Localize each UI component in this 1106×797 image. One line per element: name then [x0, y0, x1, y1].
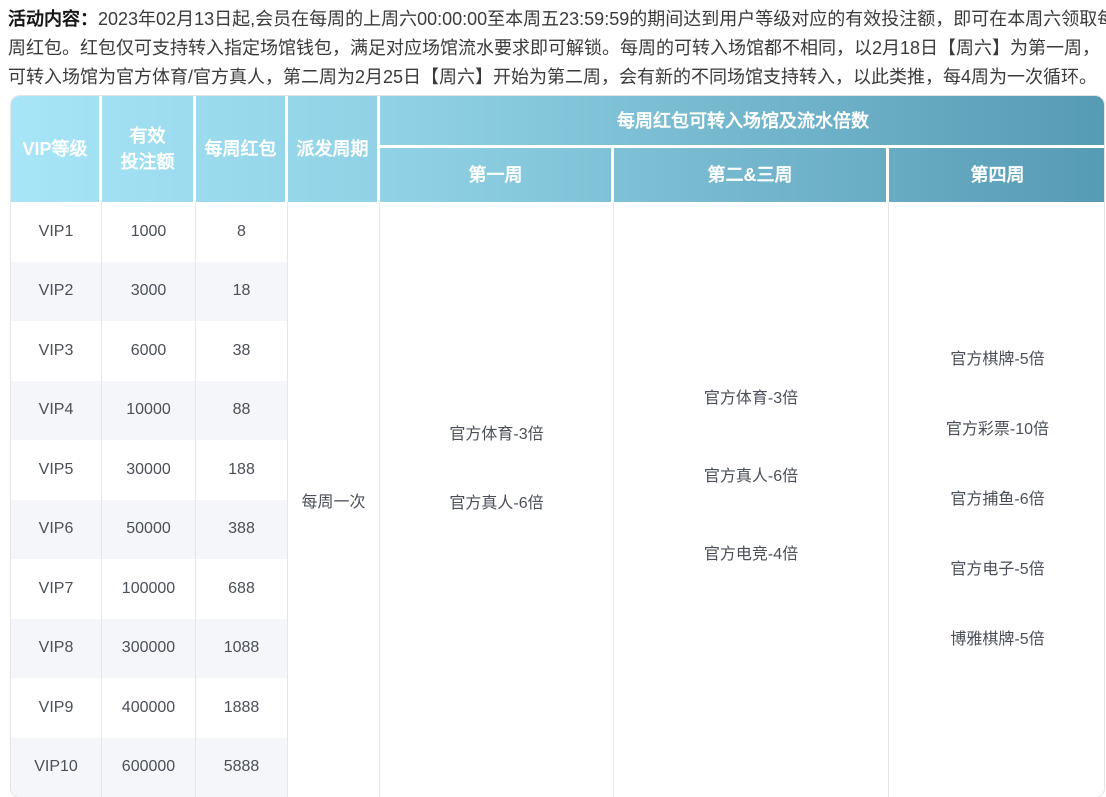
- red-packet-cell: 188: [196, 440, 288, 500]
- venue-item: 官方体育-3倍: [704, 386, 798, 411]
- header-valid-bet-line2: 投注额: [102, 149, 193, 175]
- vip-level-cell: VIP9: [11, 678, 102, 738]
- vip-red-packet-table-wrapper: VIP等级 有效 投注额 每周红包 派发周期 每周红包可转入场馆及流水倍数 第一…: [10, 95, 1105, 797]
- red-packet-cell: 1088: [196, 619, 288, 679]
- red-packet-cell: 5888: [196, 738, 288, 797]
- vip-level-cell: VIP4: [11, 381, 102, 441]
- vip-level-cell: VIP5: [11, 440, 102, 500]
- intro-text-2: 周红包。红包仅可支持转入指定场馆钱包，满足对应场馆流水要求即可解锁。每周的可转入…: [8, 38, 1100, 58]
- table-body: VIP1 1000 8 每周一次 官方体育-3倍 官方真人-6倍 官方体育-3倍…: [11, 202, 1105, 797]
- venue-item: 官方体育-3倍: [449, 422, 543, 447]
- table-header: VIP等级 有效 投注额 每周红包 派发周期 每周红包可转入场馆及流水倍数 第一…: [11, 96, 1105, 202]
- valid-bet-cell: 10000: [102, 381, 196, 441]
- venue-item: 官方电子-5倍: [950, 557, 1044, 582]
- red-packet-cell: 1888: [196, 678, 288, 738]
- valid-bet-cell: 600000: [102, 738, 196, 797]
- red-packet-cell: 38: [196, 321, 288, 381]
- valid-bet-cell: 30000: [102, 440, 196, 500]
- week1-venues-cell: 官方体育-3倍 官方真人-6倍: [380, 202, 614, 797]
- vip-level-cell: VIP10: [11, 738, 102, 797]
- header-weekly-red-packet: 每周红包: [196, 96, 288, 202]
- intro-text-1: 2023年02月13日起,会员在每周的上周六00:00:00至本周五23:59:…: [98, 9, 1106, 29]
- intro-line-2: 周红包。红包仅可支持转入指定场馆钱包，满足对应场馆流水要求即可解锁。每周的可转入…: [8, 34, 1106, 63]
- valid-bet-cell: 50000: [102, 500, 196, 560]
- intro-label: 活动内容：: [8, 9, 98, 29]
- venue-item: 官方真人-6倍: [704, 464, 798, 489]
- vip-level-cell: VIP2: [11, 262, 102, 322]
- distribution-cycle-cell: 每周一次: [288, 202, 380, 797]
- venue-item: 官方棋牌-5倍: [950, 347, 1044, 372]
- vip-level-cell: VIP8: [11, 619, 102, 679]
- week2-3-venues-cell: 官方体育-3倍 官方真人-6倍 官方电竞-4倍: [614, 202, 889, 797]
- header-week-4: 第四周: [889, 148, 1105, 202]
- header-distribution-cycle: 派发周期: [288, 96, 380, 202]
- vip-level-cell: VIP1: [11, 202, 102, 262]
- intro-text-3: 可转入场馆为官方体育/官方真人，第二周为2月25日【周六】开始为第二周，会有新的…: [8, 67, 1097, 87]
- vip-level-cell: VIP7: [11, 559, 102, 619]
- vip-red-packet-table: VIP等级 有效 投注额 每周红包 派发周期 每周红包可转入场馆及流水倍数 第一…: [11, 96, 1105, 797]
- vip-level-cell: VIP3: [11, 321, 102, 381]
- week4-venue-list: 官方棋牌-5倍 官方彩票-10倍 官方捕鱼-6倍 官方电子-5倍 博雅棋牌-5倍: [889, 347, 1105, 652]
- venue-item: 官方彩票-10倍: [946, 417, 1049, 442]
- table-row: VIP1 1000 8 每周一次 官方体育-3倍 官方真人-6倍 官方体育-3倍…: [11, 202, 1105, 262]
- venue-item: 官方真人-6倍: [449, 491, 543, 516]
- header-week-1: 第一周: [380, 148, 614, 202]
- activity-description: 活动内容：2023年02月13日起,会员在每周的上周六00:00:00至本周五2…: [0, 0, 1106, 92]
- intro-line-1: 活动内容：2023年02月13日起,会员在每周的上周六00:00:00至本周五2…: [8, 5, 1106, 34]
- red-packet-cell: 688: [196, 559, 288, 619]
- venue-item: 官方电竞-4倍: [704, 542, 798, 567]
- red-packet-cell: 88: [196, 381, 288, 441]
- header-transfer-venues: 每周红包可转入场馆及流水倍数: [380, 96, 1105, 148]
- venue-item: 官方捕鱼-6倍: [950, 487, 1044, 512]
- valid-bet-cell: 300000: [102, 619, 196, 679]
- week1-venue-list: 官方体育-3倍 官方真人-6倍: [380, 422, 613, 516]
- header-week-2-3: 第二&三周: [614, 148, 889, 202]
- red-packet-cell: 388: [196, 500, 288, 560]
- valid-bet-cell: 6000: [102, 321, 196, 381]
- valid-bet-cell: 400000: [102, 678, 196, 738]
- header-vip-level: VIP等级: [11, 96, 102, 202]
- vip-level-cell: VIP6: [11, 500, 102, 560]
- week4-venues-cell: 官方棋牌-5倍 官方彩票-10倍 官方捕鱼-6倍 官方电子-5倍 博雅棋牌-5倍: [889, 202, 1105, 797]
- valid-bet-cell: 1000: [102, 202, 196, 262]
- header-valid-bet-line1: 有效: [102, 123, 193, 149]
- intro-line-3: 可转入场馆为官方体育/官方真人，第二周为2月25日【周六】开始为第二周，会有新的…: [8, 63, 1106, 92]
- valid-bet-cell: 100000: [102, 559, 196, 619]
- venue-item: 博雅棋牌-5倍: [950, 627, 1044, 652]
- valid-bet-cell: 3000: [102, 262, 196, 322]
- header-valid-bet: 有效 投注额: [102, 96, 196, 202]
- red-packet-cell: 8: [196, 202, 288, 262]
- week2-3-venue-list: 官方体育-3倍 官方真人-6倍 官方电竞-4倍: [614, 386, 888, 567]
- red-packet-cell: 18: [196, 262, 288, 322]
